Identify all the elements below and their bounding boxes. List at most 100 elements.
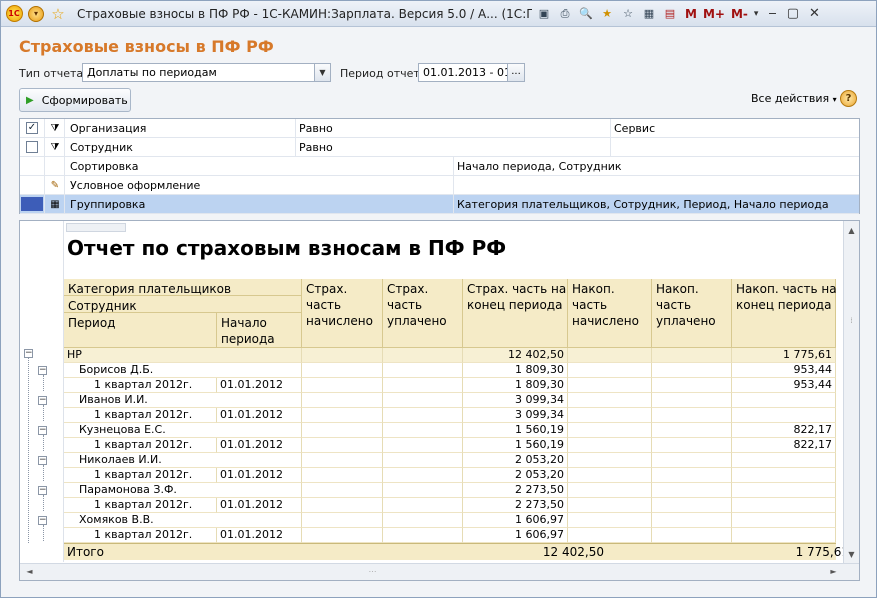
header-strah-end: Страх. часть на конец периода — [463, 279, 568, 348]
memory-plus-button[interactable]: M+ — [703, 7, 725, 21]
memory-button[interactable]: M — [685, 7, 697, 21]
collapse-employee-icon[interactable]: − — [38, 456, 47, 465]
row-period: 1 квартал 2012г. — [64, 438, 217, 453]
settings-row-sort[interactable]: Сортировка Начало периода, Сотрудник — [20, 157, 859, 176]
row-cell — [302, 393, 383, 408]
setting-condition[interactable]: Равно — [299, 122, 333, 135]
settings-row-conditional-format[interactable]: ✎ Условное оформление — [20, 176, 859, 195]
report-type-select[interactable]: Доплаты по периодам ▼ — [82, 63, 331, 82]
row-cell — [568, 528, 652, 543]
row-period-start: 01.01.2012 — [217, 528, 302, 543]
scroll-thumb-grip[interactable]: ⁞ — [844, 313, 859, 328]
scroll-up-icon[interactable]: ▲ — [844, 223, 859, 238]
header-line: конец периода — [467, 298, 563, 312]
scroll-right-icon[interactable]: ► — [826, 565, 841, 579]
help-icon[interactable]: ? — [840, 90, 857, 107]
settings-table: ✓ ⧩ Организация Равно Сервис ⧩ Сотрудник… — [19, 118, 860, 214]
generate-button[interactable]: ▶ Сформировать — [19, 88, 131, 112]
row-strah-end: 1 560,19 — [463, 438, 568, 453]
close-icon[interactable]: ✕ — [809, 6, 820, 21]
setting-value[interactable]: Сервис — [614, 122, 655, 135]
row-cell — [652, 468, 732, 483]
row-strah-end: 2 273,50 — [463, 498, 568, 513]
setting-value[interactable]: Начало периода, Сотрудник — [457, 160, 622, 173]
setting-condition[interactable]: Равно — [299, 141, 333, 154]
cell-marker — [66, 223, 126, 232]
scroll-down-icon[interactable]: ▼ — [844, 547, 859, 562]
row-cell — [383, 393, 463, 408]
memory-minus-button[interactable]: M- — [731, 7, 748, 21]
settings-row-organization[interactable]: ✓ ⧩ Организация Равно Сервис — [20, 119, 859, 138]
row-cell — [652, 423, 732, 438]
scroll-left-icon[interactable]: ◄ — [22, 565, 37, 579]
row-selector[interactable] — [21, 197, 43, 211]
row-strah-end: 1 809,30 — [463, 363, 568, 378]
play-icon: ▶ — [26, 94, 34, 106]
checkbox-organization[interactable]: ✓ — [26, 122, 38, 134]
row-cell — [302, 453, 383, 468]
row-period-start: 01.01.2012 — [217, 438, 302, 453]
collapse-employee-icon[interactable]: − — [38, 516, 47, 525]
row-cell — [302, 438, 383, 453]
header-nakop-end: Накоп. часть на конец периода — [732, 279, 837, 348]
tree-line — [43, 525, 44, 541]
page-title: Страховые взносы в ПФ РФ — [19, 37, 274, 56]
row-employee-name: Николаев И.И. — [64, 453, 302, 468]
minimize-icon[interactable]: ‒ — [768, 6, 776, 21]
row-nakop-end — [732, 408, 836, 423]
row-nakop-end — [732, 513, 836, 528]
print-icon[interactable]: ⎙ — [556, 5, 574, 23]
tree-line — [43, 405, 44, 421]
collapse-employee-icon[interactable]: − — [38, 426, 47, 435]
settings-row-employee[interactable]: ⧩ Сотрудник Равно — [20, 138, 859, 157]
brush-icon: ✎ — [46, 176, 65, 194]
checkbox-employee[interactable] — [26, 141, 38, 153]
all-actions-button[interactable]: Все действия ▾ — [751, 92, 837, 105]
row-cell — [568, 423, 652, 438]
grid-icon: ▦ — [46, 195, 65, 213]
total-nakop-end: 1 775,61 — [795, 545, 849, 559]
settings-row-grouping[interactable]: ▦ Группировка Категория плательщиков, Со… — [20, 195, 859, 214]
period-input[interactable]: 01.01.2013 - 01.0 — [418, 63, 509, 82]
header-line: часть — [306, 298, 342, 312]
vertical-scrollbar[interactable]: ▲ ⁞ ▼ — [843, 221, 859, 563]
tree-line — [43, 375, 44, 391]
preview-icon[interactable]: 🔍 — [577, 5, 595, 23]
total-row: Итого 12 402,50 1 775,61 — [64, 543, 849, 560]
row-cell — [568, 438, 652, 453]
calculator-icon[interactable]: ▦ — [640, 5, 658, 23]
dropdown-arrow-icon[interactable]: ▼ — [314, 64, 330, 81]
row-cell — [383, 453, 463, 468]
maximize-icon[interactable]: ▢ — [787, 6, 799, 21]
period-select-button[interactable]: ... — [507, 63, 525, 82]
scroll-hthumb-grip[interactable]: ⋯ — [365, 565, 380, 579]
period-value: 01.01.2013 - 01.0 — [423, 66, 508, 79]
chevron-down-icon[interactable]: ▾ — [754, 9, 759, 19]
filter-icon: ⧩ — [46, 119, 65, 137]
generate-label: Сформировать — [41, 93, 128, 107]
row-cell — [652, 378, 732, 393]
calendar-icon[interactable]: ▤ — [661, 5, 679, 23]
row-cell — [568, 378, 652, 393]
app-logo-icon[interactable]: 1С — [5, 5, 23, 23]
main-menu-icon[interactable]: ▾ — [27, 5, 45, 23]
horizontal-scrollbar[interactable]: ◄ ⋯ ► — [20, 563, 859, 580]
row-cell — [302, 528, 383, 543]
row-nakop-end — [732, 453, 836, 468]
row-cell — [652, 498, 732, 513]
setting-value[interactable]: Категория плательщиков, Сотрудник, Перио… — [457, 198, 829, 211]
add-favorite-icon[interactable]: ★ — [598, 5, 616, 23]
collapse-employee-icon[interactable]: − — [38, 366, 47, 375]
collapse-employee-icon[interactable]: − — [38, 486, 47, 495]
header-line: начислено — [572, 314, 639, 328]
row-cell — [568, 468, 652, 483]
collapse-employee-icon[interactable]: − — [38, 396, 47, 405]
favorite-star-icon[interactable]: ☆ — [49, 5, 67, 23]
collapse-group-icon[interactable]: − — [24, 349, 33, 358]
report-area[interactable]: Отчет по страховым взносам в ПФ РФ Катег… — [19, 220, 860, 581]
header-period-start-line2: периода — [221, 332, 275, 346]
row-cell — [302, 378, 383, 393]
save-icon[interactable]: ▣ — [535, 5, 553, 23]
bookmark-icon[interactable]: ☆ — [619, 5, 637, 23]
header-line: Страх. — [306, 282, 348, 296]
